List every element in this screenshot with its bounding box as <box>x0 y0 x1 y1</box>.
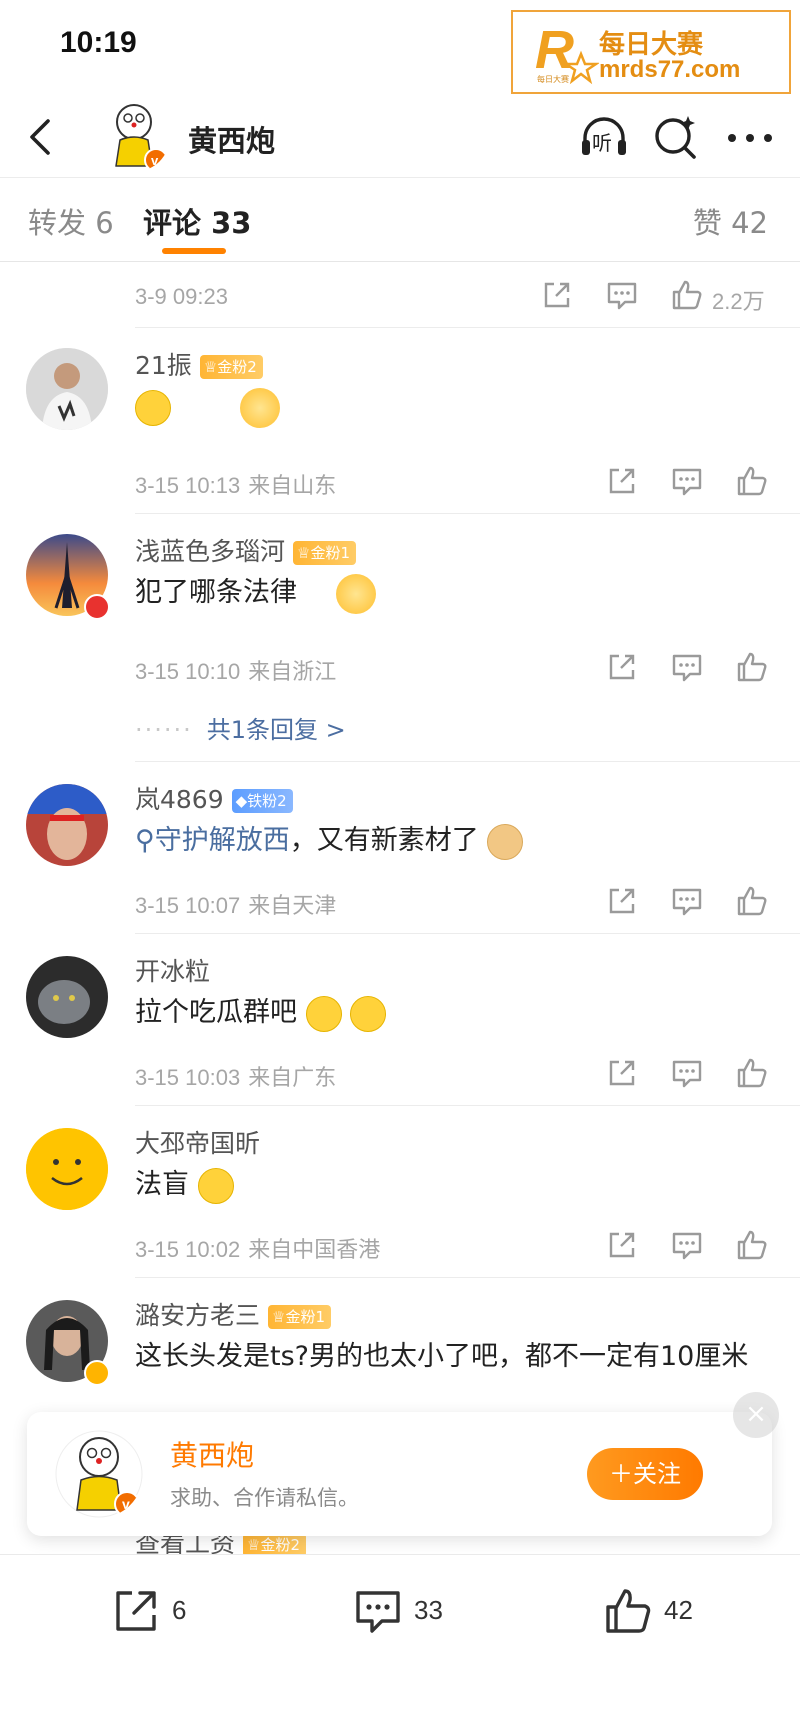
comment-meta: 3-15 10:03 来自广东 <box>135 1065 337 1091</box>
comment-icon <box>356 1591 400 1633</box>
svg-text:v: v <box>151 153 159 168</box>
like-button[interactable]: 42 <box>602 1581 722 1641</box>
verified-badge-icon <box>84 1360 110 1386</box>
watermark-logo: R 每日大赛 每日大赛 mrds77.com <box>511 10 791 94</box>
close-icon[interactable]: × <box>733 1392 779 1438</box>
commenter-name[interactable]: 浅蓝色多瑙河 ♕金粉1 <box>135 532 357 568</box>
post-meta-row: 3-9 09:23 2.2万 <box>135 262 800 328</box>
commenter-name[interactable]: 岚4869 ◆铁粉2 <box>135 780 293 816</box>
comment-icon[interactable] <box>670 650 704 684</box>
tab-likes[interactable]: 赞 42 <box>693 200 768 242</box>
repost-button[interactable]: 6 <box>110 1581 230 1641</box>
shocked-emoji-icon <box>197 1167 234 1204</box>
share-icon <box>116 1591 156 1631</box>
like-icon <box>606 1589 651 1633</box>
share-icon[interactable] <box>540 278 574 312</box>
view-replies-link[interactable]: ······ 共1条回复 > <box>135 710 346 745</box>
comment-icon[interactable] <box>605 278 639 312</box>
like-icon[interactable] <box>735 884 769 918</box>
svg-text:R: R <box>535 20 574 80</box>
share-icon[interactable] <box>605 1056 639 1090</box>
tab-comments[interactable]: 评论 33 <box>143 200 251 242</box>
follow-popup: v 黄西炮 求助、合作请私信。 ＋关注 × <box>27 1392 779 1536</box>
comment-button[interactable]: 33 <box>352 1581 472 1641</box>
tab-bar: 转发 6 评论 33 赞 42 <box>0 178 800 262</box>
comment-meta: 3-15 10:02 来自中国香港 <box>135 1237 381 1263</box>
share-icon[interactable] <box>605 1228 639 1262</box>
comment-text: 犯了哪条法律 <box>135 572 376 614</box>
comment-item: 开冰粒 拉个吃瓜群吧 3-15 10:03 来自广东 <box>0 934 800 1106</box>
comment-text: 拉个吃瓜群吧 <box>135 992 387 1034</box>
like-icon[interactable] <box>735 1228 769 1262</box>
topic-link[interactable]: ⚲守护解放西 <box>135 825 290 856</box>
commenter-name[interactable]: 潞安方老三 ♕金粉1 <box>135 1296 332 1332</box>
share-icon[interactable] <box>605 650 639 684</box>
comment-icon[interactable] <box>670 464 704 498</box>
commenter-name[interactable]: 21振 ♕金粉2 <box>135 346 263 382</box>
tab-active-indicator <box>162 248 226 254</box>
comment-item: 大邳帝国昕 法盲 3-15 10:02 来自中国香港 <box>0 1106 800 1278</box>
comment-meta: 3-15 10:10 来自浙江 <box>135 659 337 685</box>
bottom-action-bar: 6 33 42 <box>0 1554 800 1670</box>
comment-item: 岚4869 ◆铁粉2 ⚲守护解放西，又有新素材了 3-15 10:07 来自天津 <box>0 762 800 934</box>
like-icon[interactable] <box>735 464 769 498</box>
commenter-name[interactable]: 大邳帝国昕 <box>135 1124 260 1160</box>
comment-text: 这长头发是ts?男的也太小了吧，都不一定有10厘米 <box>135 1341 749 1372</box>
commenter-avatar[interactable] <box>26 956 108 1038</box>
post-time: 3-9 09:23 <box>135 284 228 309</box>
like-icon[interactable] <box>670 278 704 312</box>
avatar-doraemon[interactable]: v <box>55 1430 143 1518</box>
tab-repost[interactable]: 转发 6 <box>28 200 114 242</box>
like-icon[interactable] <box>735 1056 769 1090</box>
star-sticker-icon <box>239 387 280 428</box>
star-sticker-icon <box>335 573 376 614</box>
comment-text: ⚲守护解放西，又有新素材了 <box>135 820 524 862</box>
headphones-icon[interactable]: 听 <box>578 112 630 164</box>
comment-item: 21振 ♕金粉2 3-15 10:13 来自山东 <box>0 328 800 514</box>
fan-badge: ♕金粉2 <box>199 355 263 379</box>
svg-text:每日大赛: 每日大赛 <box>537 74 569 84</box>
comment-text <box>135 386 280 428</box>
post-like-count: 2.2万 <box>712 289 765 314</box>
follow-button[interactable]: ＋关注 <box>587 1448 703 1500</box>
commenter-avatar[interactable] <box>26 784 108 866</box>
svg-text:v: v <box>122 1496 130 1512</box>
avatar-doraemon[interactable]: v <box>98 100 170 172</box>
more-icon[interactable] <box>720 112 780 164</box>
watermark-url: mrds77.com <box>599 56 741 83</box>
share-icon[interactable] <box>605 884 639 918</box>
fan-badge: ◆铁粉2 <box>231 789 293 813</box>
popup-user-name[interactable]: 黄西炮 <box>170 1434 254 1474</box>
search-sparkle-icon[interactable] <box>650 112 702 164</box>
page-title: 黄西炮 <box>188 124 276 158</box>
comment-icon[interactable] <box>670 1228 704 1262</box>
commenter-avatar[interactable] <box>26 348 108 430</box>
watermark-r-star-icon: R 每日大赛 <box>535 20 599 85</box>
verified-badge-icon <box>84 594 110 620</box>
doge-emoji-icon <box>487 823 524 860</box>
fan-badge: ♕金粉2 <box>243 1533 307 1554</box>
comment-text: 法盲 <box>135 1164 234 1206</box>
nav-bar: v 黄西炮 听 <box>0 96 800 178</box>
comment-meta: 3-15 10:13 来自山东 <box>135 473 337 499</box>
fan-badge: ♕金粉1 <box>293 541 357 565</box>
crying-emoji-icon <box>350 995 387 1032</box>
comment-meta: 3-15 10:07 来自天津 <box>135 893 337 919</box>
status-time: 10:19 <box>60 26 137 59</box>
commenter-name[interactable]: 开冰粒 <box>135 952 210 988</box>
crying-emoji-icon <box>305 995 342 1032</box>
back-arrow-icon[interactable] <box>18 112 68 162</box>
smile-emoji-icon <box>135 389 171 426</box>
like-icon[interactable] <box>735 650 769 684</box>
svg-text:听: 听 <box>592 131 612 155</box>
share-icon[interactable] <box>605 464 639 498</box>
comment-icon[interactable] <box>670 884 704 918</box>
comment-item: 浅蓝色多瑙河 ♕金粉1 犯了哪条法律 3-15 10:10 来自浙江 ······ 共… <box>0 514 800 762</box>
fan-badge: ♕金粉1 <box>268 1305 332 1329</box>
comment-icon[interactable] <box>670 1056 704 1090</box>
commenter-avatar[interactable] <box>26 1128 108 1210</box>
popup-description: 求助、合作请私信。 <box>170 1486 359 1510</box>
